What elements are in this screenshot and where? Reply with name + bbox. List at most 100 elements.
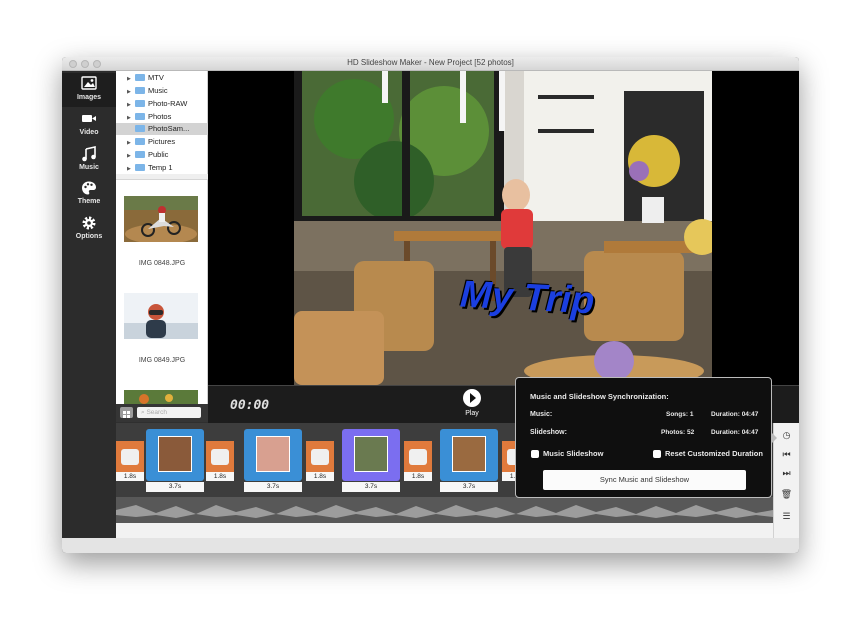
tree-item-photosamples[interactable]: PhotoSam... [116, 123, 208, 135]
waveform-graphic [116, 505, 773, 518]
video-camera-icon [62, 111, 116, 129]
gear-icon [62, 215, 116, 233]
thumbnail-filename: IMG 0848.JPG [138, 260, 186, 267]
disclosure-triangle-icon[interactable]: ▶ [127, 137, 135, 149]
skip-back-icon: ⏮ [782, 449, 791, 459]
image-thumbnail-list: IMG 0848.JPG IMG 0849.JPG [116, 180, 208, 404]
folder-tree: ▶ MTV ▶ Music ▶ Photo-RAW ▶ Photos PhotoSam.… [116, 71, 208, 174]
window-title: HD Slideshow Maker - New Project [52 pho… [347, 58, 514, 67]
transition-icon [311, 449, 329, 465]
list-icon: ☰ [782, 511, 791, 521]
sync-clock-button[interactable]: ◷ [779, 428, 794, 442]
reset-duration-checkbox[interactable] [653, 450, 661, 458]
sidebar-item-label: Video [79, 129, 99, 136]
clock-icon: ◷ [782, 430, 791, 440]
disclosure-triangle-icon[interactable]: ▶ [127, 150, 135, 162]
transition-item[interactable]: 1.8s [116, 441, 144, 481]
sidebar-item-music[interactable]: Music [62, 143, 116, 177]
sidebar-item-label: Music [79, 164, 99, 171]
slide-thumbnail [158, 436, 192, 472]
list-view-button[interactable]: ☰ [779, 509, 794, 523]
transition-item[interactable]: 1.8s [206, 441, 234, 481]
thumbnail-filename: IMG 0849.JPG [138, 357, 186, 364]
thumbnail-image[interactable] [124, 196, 198, 244]
next-button[interactable]: ⏭ [779, 466, 794, 480]
title-bar: HD Slideshow Maker - New Project [52 pho… [62, 57, 799, 71]
tree-item-temp-1[interactable]: ▶ Temp 1 [116, 162, 208, 173]
thumbnail-search-bar: ⌕ Search [116, 404, 208, 422]
folder-icon [135, 164, 145, 171]
sync-popover: Music and Slideshow Synchronization: Mus… [515, 377, 777, 498]
nav-sidebar: Images Video Music Theme Options [62, 71, 116, 538]
sidebar-item-label: Theme [77, 198, 101, 205]
music-duration-value: Duration: 04:47 [711, 411, 759, 418]
transition-icon [409, 449, 427, 465]
music-slideshow-label: Music Slideshow [543, 449, 604, 458]
folder-icon [135, 87, 145, 94]
palette-icon [62, 180, 116, 198]
slide-item[interactable] [440, 429, 498, 481]
tree-item-public[interactable]: ▶ Public [116, 149, 208, 161]
music-slideshow-checkbox[interactable] [531, 450, 539, 458]
trash-icon: 🗑 [780, 489, 793, 499]
tree-item-photo-raw[interactable]: ▶ Photo-RAW [116, 98, 208, 110]
slide-thumbnail [354, 436, 388, 472]
slide-item[interactable] [146, 429, 204, 481]
slide-thumbnail [452, 436, 486, 472]
folder-icon [135, 113, 145, 120]
search-icon: ⌕ [141, 409, 145, 416]
status-bar [62, 538, 799, 553]
slideshow-preview: ​ My Trip [208, 71, 799, 385]
transition-icon [211, 449, 229, 465]
folder-icon [135, 74, 145, 81]
slideshow-photos-value: Photos: 52 [661, 429, 695, 436]
tree-item-photos[interactable]: ▶ Photos [116, 111, 208, 123]
grid-icon [123, 411, 130, 418]
transition-item[interactable]: 1.8s [306, 441, 334, 481]
folder-icon [135, 151, 145, 158]
tree-item-music[interactable]: ▶ Music [116, 85, 208, 97]
folder-icon [135, 100, 145, 107]
folder-icon [135, 125, 145, 132]
disclosure-triangle-icon[interactable]: ▶ [127, 73, 135, 85]
slideshow-duration-value: Duration: 04:47 [711, 429, 759, 436]
slide-duration: 3.7s [146, 482, 204, 492]
slide-duration: 3.7s [244, 482, 302, 492]
slideshow-label: Slideshow: [530, 429, 567, 436]
sidebar-item-images[interactable]: Images [62, 73, 116, 107]
slide-duration: 3.7s [342, 482, 400, 492]
music-note-icon [62, 146, 116, 164]
slide-item-selected[interactable] [342, 429, 400, 481]
tree-item-pictures[interactable]: ▶ Pictures [116, 136, 208, 148]
folder-icon [135, 138, 145, 145]
play-button[interactable] [463, 389, 481, 407]
delete-button[interactable]: 🗑 [779, 487, 794, 501]
popover-title: Music and Slideshow Synchronization: [530, 392, 669, 401]
music-songs-value: Songs: 1 [666, 411, 694, 418]
thumbnail-image[interactable] [124, 293, 198, 339]
timecode-display: 00:00 [230, 398, 270, 413]
sidebar-item-video[interactable]: Video [62, 108, 116, 142]
preview-overlay-text: My Trip [459, 273, 596, 323]
sidebar-item-theme[interactable]: Theme [62, 177, 116, 211]
music-label: Music: [530, 411, 553, 418]
disclosure-triangle-icon[interactable]: ▶ [127, 86, 135, 98]
play-label: Play [465, 410, 479, 417]
thumbnail-image[interactable] [124, 390, 198, 404]
disclosure-triangle-icon[interactable]: ▶ [127, 99, 135, 111]
search-input[interactable]: ⌕ Search [137, 407, 201, 418]
grid-view-button[interactable] [120, 407, 133, 418]
transition-item[interactable]: 1.8s [404, 441, 432, 481]
transition-icon [121, 449, 139, 465]
disclosure-triangle-icon[interactable]: ▶ [127, 163, 135, 173]
tree-item-mtv[interactable]: ▶ MTV [116, 72, 208, 84]
skip-forward-icon: ⏭ [782, 468, 791, 478]
sync-music-slideshow-button[interactable]: Sync Music and Slideshow [543, 470, 746, 490]
preview-photo: ​ My Trip [294, 71, 712, 385]
previous-button[interactable]: ⏮ [779, 447, 794, 461]
sidebar-item-label: Images [76, 94, 102, 101]
reset-duration-label: Reset Customized Duration [665, 449, 763, 458]
sidebar-item-options[interactable]: Options [62, 212, 116, 246]
slide-item[interactable] [244, 429, 302, 481]
audio-waveform-track[interactable] [116, 497, 773, 523]
